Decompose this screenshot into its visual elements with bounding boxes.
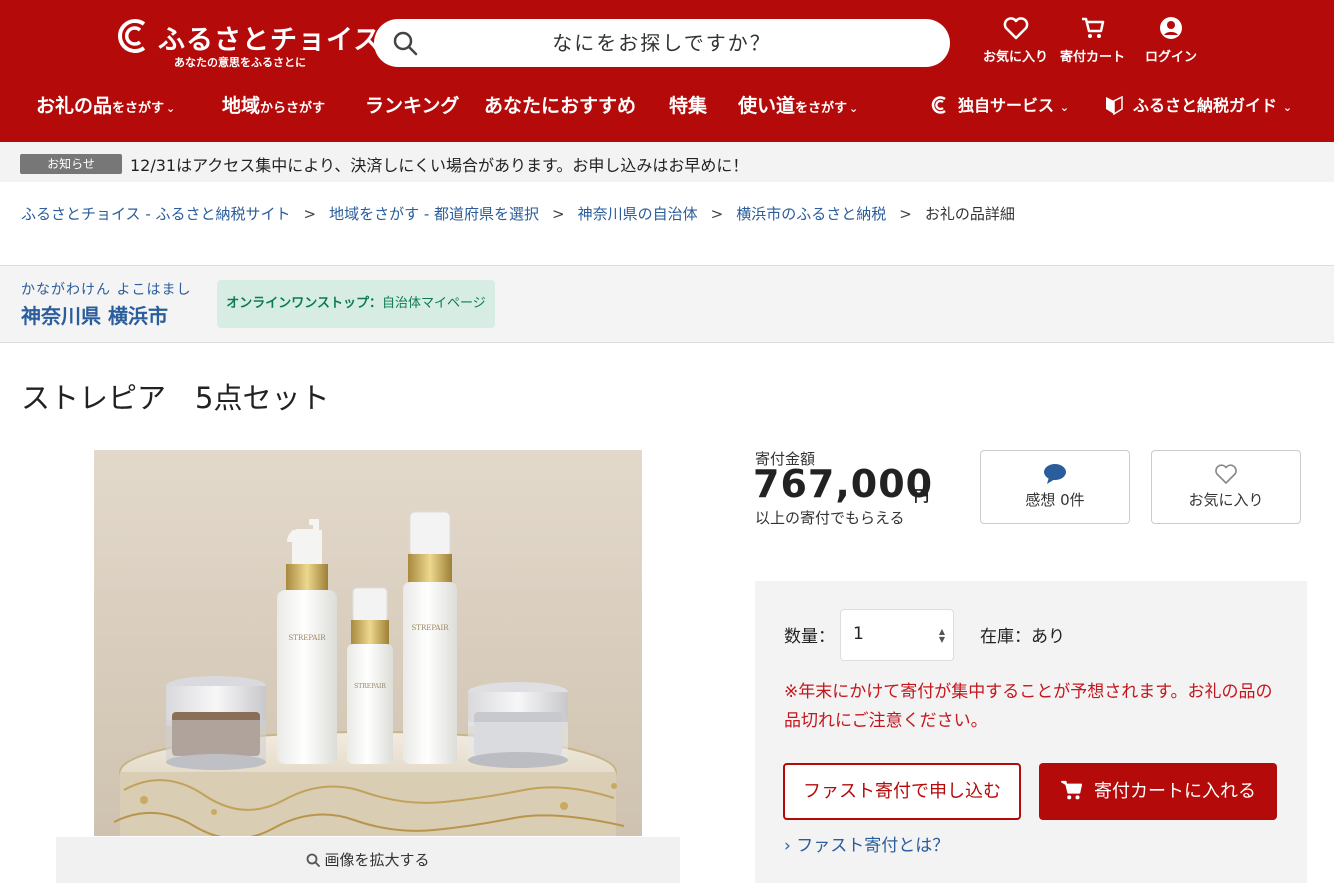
gnav-features[interactable]: 特集 [669, 86, 707, 126]
gnav-features-main: 特集 [669, 95, 708, 117]
gnav-ranking[interactable]: ランキング [365, 86, 459, 126]
cart-icon [1081, 17, 1104, 38]
chevron-down-icon: ⌄ [1279, 101, 1293, 114]
bottle-brand-text: STREPAIR [288, 634, 326, 642]
municipality-name[interactable]: 神奈川県 横浜市 [21, 300, 168, 329]
zoom-image-label: 画像を拡大する [324, 851, 430, 869]
reviews-button[interactable]: 感想 0件 [980, 450, 1130, 524]
header-cart-button[interactable]: 寄付カート [1060, 16, 1125, 65]
online-onestop-badge[interactable]: オンラインワンストップ：自治体マイページ [217, 280, 495, 328]
quantity-value: 1 [853, 624, 864, 644]
gnav-gifts-sub: をさがす [112, 101, 165, 116]
fast-donation-help-link[interactable]: › ファスト寄付とは？ [784, 831, 949, 856]
stock-warning: ※年末にかけて寄付が集中することが予想されます。お礼の品の品切れにご注意ください… [784, 682, 1273, 731]
breadcrumb-link-home[interactable]: ふるさとチョイス - ふるさと納税サイト [21, 205, 291, 223]
gnav-region-main: 地域 [222, 95, 261, 117]
gnav-region-sub: からさがす [260, 101, 326, 116]
gnav-gifts-main: お礼の品 [36, 95, 113, 117]
bottle-brand-text: STREPAIR [411, 624, 449, 632]
gnav-recommend[interactable]: あなたにおすすめ [484, 86, 636, 126]
chevron-down-icon: ⌄ [166, 102, 176, 115]
breadcrumb-separator: > [303, 205, 317, 223]
favorite-label: お気に入り [1188, 491, 1264, 509]
quantity-label: 数量： [784, 627, 835, 647]
price-value: 767,000 [753, 462, 934, 506]
zoom-image-button[interactable]: 画像を拡大する [56, 837, 680, 883]
gnav-usage-main: 使い道 [738, 95, 796, 117]
chevron-down-icon: ⌄ [1056, 101, 1070, 114]
price-unit: 円 [914, 487, 930, 505]
breadcrumb: ふるさとチョイス - ふるさと納税サイト > 地域をさがす - 都道府県を選択 > 神奈… [21, 203, 1015, 224]
site-header: ふるさとチョイス あなたの意思をふるさとに なにをお探しですか？ お気に入り 寄… [0, 0, 1334, 142]
breadcrumb-separator: > [899, 205, 912, 223]
breadcrumb-current: お礼の品詳細 [924, 205, 1015, 223]
breadcrumb-link-prefecture-select[interactable]: 地域をさがす - 都道府県を選択 [329, 205, 539, 223]
notice-badge: お知らせ [20, 154, 122, 174]
product-image[interactable]: STREPAIR STREPAIR STREPAIR [94, 450, 642, 836]
add-to-cart-label: 寄付カートに入れる [1094, 781, 1256, 802]
user-icon [1160, 17, 1182, 39]
gnav-usage[interactable]: 使い道をさがす ⌄ [738, 86, 858, 126]
logo-mark-icon [118, 19, 146, 53]
notice-text[interactable]: 12/31はアクセス集中により、決済しにくい場合があります。お申し込みはお早めに… [130, 152, 748, 176]
header-cart-label: 寄付カート [1060, 50, 1126, 65]
beginner-mark-icon [1106, 95, 1123, 116]
logo-tagline: あなたの意思をふるさとに [174, 56, 306, 69]
logo-text: ふるさとチョイス [158, 25, 382, 56]
speech-bubble-icon [1044, 464, 1066, 484]
gnav-services-main: 独自サービス [958, 96, 1055, 115]
municipality-kana: かながわけん よこはまし [21, 282, 192, 298]
gnav-guide[interactable]: ふるさと納税ガイド ⌄ [1105, 86, 1292, 126]
cart-icon [1060, 780, 1083, 800]
price-note: 以上の寄付でもらえる [755, 509, 905, 527]
fast-donation-help-label: ファスト寄付とは？ [796, 836, 950, 856]
chevron-right-icon: › [784, 836, 791, 856]
breadcrumb-link-yokohama[interactable]: 横浜市のふるさと納税 [736, 205, 886, 223]
breadcrumb-link-kanagawa[interactable]: 神奈川県の自治体 [578, 205, 698, 223]
reviews-label: 感想 0件 [1025, 491, 1085, 509]
search-input[interactable]: なにをお探しですか？ [374, 19, 950, 67]
notice-bar: お知らせ 12/31はアクセス集中により、決済しにくい場合があります。お申し込み… [0, 142, 1334, 182]
heart-outline-icon [1215, 464, 1237, 484]
gnav-recommend-main: あなたにおすすめ [484, 95, 637, 117]
site-logo[interactable]: ふるさとチョイス あなたの意思をふるさとに [114, 16, 380, 72]
heart-icon [1003, 17, 1028, 40]
municipality-band: かながわけん よこはまし 神奈川県 横浜市 オンラインワンストップ：自治体マイペ… [0, 265, 1334, 343]
breadcrumb-separator: > [710, 205, 724, 223]
header-login-button[interactable]: ログイン [1145, 16, 1197, 65]
gnav-gifts[interactable]: お礼の品をさがす ⌄ [36, 86, 175, 126]
header-favorites-button[interactable]: お気に入り [983, 16, 1048, 65]
choice-logo-icon [931, 96, 946, 114]
search-box[interactable]: なにをお探しですか？ [374, 19, 950, 67]
header-login-label: ログイン [1145, 50, 1198, 65]
magnifier-icon [307, 853, 321, 867]
favorite-button[interactable]: お気に入り [1151, 450, 1301, 524]
header-favorites-label: お気に入り [983, 50, 1049, 65]
gnav-guide-main: ふるさと納税ガイド [1133, 96, 1278, 115]
chevron-down-icon: ⌄ [849, 102, 859, 115]
quantity-select[interactable]: 1 ▲ ▼ [840, 609, 954, 661]
product-title: ストレピア 5点セット [21, 381, 330, 415]
add-to-cart-button[interactable]: 寄付カートに入れる [1039, 763, 1277, 820]
stock-status: 在庫：あり [980, 627, 1065, 647]
fast-donation-button[interactable]: ファスト寄付で申し込む [783, 763, 1021, 820]
updown-arrows-icon: ▲ ▼ [938, 627, 945, 644]
gnav-ranking-main: ランキング [365, 95, 460, 117]
breadcrumb-separator: > [552, 205, 565, 223]
gnav-usage-sub: をさがす [795, 101, 848, 116]
bottle-brand-text: STREPAIR [354, 683, 386, 690]
order-panel: 数量： 1 ▲ ▼ 在庫：あり ※年末にかけて寄付が集中することが予想されます。お… [755, 581, 1307, 883]
online-onestop-label: オンラインワンストップ： [226, 296, 382, 311]
gnav-region[interactable]: 地域からさがす [222, 86, 325, 126]
product-photo-illustration: STREPAIR STREPAIR STREPAIR [94, 450, 642, 836]
gnav-services[interactable]: 独自サービス ⌄ [930, 86, 1069, 126]
online-onestop-link: 自治体マイページ [382, 296, 486, 311]
